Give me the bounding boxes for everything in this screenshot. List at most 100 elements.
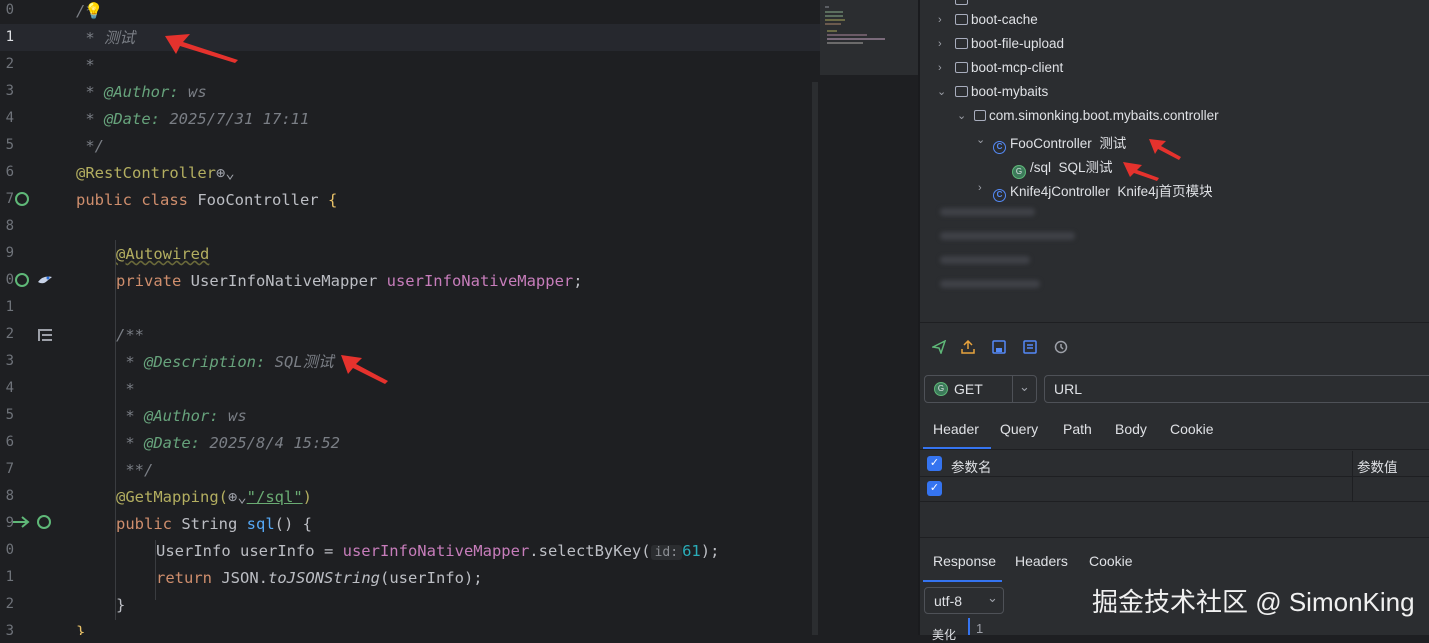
param-value-input[interactable] <box>1353 477 1429 501</box>
line-number: 6 <box>5 434 14 450</box>
module-folder-icon <box>955 86 968 97</box>
code-line-16: * @Date: 2025/8/4 15:52 <box>116 434 340 452</box>
globe-icon[interactable]: ⊕⌄ <box>216 164 235 182</box>
separator <box>920 449 1429 450</box>
code-line-15: * @Author: ws <box>116 407 247 425</box>
blurred-tree-item <box>940 280 1040 288</box>
class-icon: C <box>993 141 1006 154</box>
line-number: 6 <box>5 164 14 180</box>
row-checkbox[interactable]: ✓ <box>927 481 942 496</box>
line-number: 8 <box>5 488 14 504</box>
run-request-arrow-icon[interactable] <box>12 514 32 530</box>
code-line-5: */ <box>76 137 104 155</box>
tab-response-cookie[interactable]: Cookie <box>1089 553 1133 569</box>
line-number: 7 <box>5 461 14 477</box>
module-folder-icon <box>955 38 968 49</box>
globe-icon[interactable]: ⊕⌄ <box>228 488 247 506</box>
tree-item-boot-file-upload[interactable]: boot-file-upload <box>955 36 1064 51</box>
get-method-icon: G <box>934 382 948 396</box>
tab-query[interactable]: Query <box>1000 421 1038 437</box>
column-header-name: 参数名 <box>951 460 992 475</box>
tab-header[interactable]: Header <box>933 421 979 437</box>
code-line-18: @GetMapping(⊕⌄"/sql") <box>116 488 312 506</box>
editor-caret <box>968 618 970 635</box>
chevron-down-icon[interactable]: ⌄ <box>957 109 966 122</box>
chevron-down-icon[interactable]: ⌄ <box>937 85 946 98</box>
separator <box>920 537 1429 538</box>
code-line-6: @RestController⊕⌄ <box>76 164 235 182</box>
chevron-right-icon[interactable]: › <box>938 62 942 74</box>
docs-icon[interactable] <box>1023 340 1037 354</box>
tab-response[interactable]: Response <box>933 553 996 569</box>
param-hint: id: <box>650 545 683 560</box>
save-icon[interactable] <box>992 340 1006 354</box>
method-select[interactable]: G GET ⌄ <box>924 375 1037 403</box>
blurred-tree-item <box>940 256 1030 264</box>
code-line-17: **/ <box>116 461 154 479</box>
code-line-10: private UserInfoNativeMapper userInfoNat… <box>116 272 583 290</box>
indent-guide <box>115 240 116 620</box>
code-line-23: } <box>76 623 86 635</box>
code-editor[interactable]: 012345678901234567890123 /* 💡 * 测试 * * @A… <box>0 0 820 635</box>
select-all-checkbox[interactable]: ✓ <box>927 456 942 471</box>
tree-item-foo-controller[interactable]: C FooController 测试 <box>993 132 1126 154</box>
tab-body[interactable]: Body <box>1115 421 1147 437</box>
tree-item-boot-cache[interactable]: boot-cache <box>955 12 1038 27</box>
line-number: 4 <box>5 380 14 396</box>
web-endpoint-icon[interactable] <box>37 515 51 529</box>
spring-bean-icon[interactable] <box>15 273 29 287</box>
param-name-input[interactable] <box>947 477 1352 501</box>
line-number: 4 <box>5 110 14 126</box>
tree-item-knife4j-controller[interactable]: C Knife4jController Knife4j首页模块 <box>993 180 1213 202</box>
tab-response-headers[interactable]: Headers <box>1015 553 1068 569</box>
code-line-1: * 测试 <box>76 29 136 47</box>
line-number: 8 <box>5 218 14 234</box>
minimap[interactable] <box>820 0 918 75</box>
code-line-21: return JSON.toJSONString(userInfo); <box>156 569 483 587</box>
annotation-arrow <box>341 355 388 384</box>
method-value: GET <box>954 381 983 397</box>
tree-item-package[interactable]: com.simonking.boot.mybaits.controller <box>974 108 1219 123</box>
export-icon[interactable] <box>961 340 975 354</box>
tree-item-sql-endpoint[interactable]: G/sql SQL测试 <box>1012 156 1113 179</box>
doc-render-icon[interactable] <box>38 326 52 341</box>
chevron-right-icon[interactable]: › <box>978 182 982 194</box>
code-line-14: * <box>116 380 135 398</box>
column-header-value: 参数值 <box>1357 460 1398 475</box>
lightbulb-icon[interactable]: 💡 <box>84 0 103 22</box>
tree-item-boot-mybaits[interactable]: boot-mybaits <box>955 84 1048 99</box>
send-icon[interactable] <box>932 340 946 354</box>
chevron-right-icon[interactable]: › <box>938 14 942 26</box>
line-number: 5 <box>5 407 14 423</box>
line-number: 2 <box>5 596 14 612</box>
tree-item-boot-mcp-client[interactable]: boot-mcp-client <box>955 60 1063 75</box>
url-input[interactable]: URL <box>1044 375 1429 403</box>
spring-bean-icon[interactable] <box>15 192 29 206</box>
code-line-4: * @Date: 2025/7/31 17:11 <box>76 110 310 128</box>
tab-cookie[interactable]: Cookie <box>1170 421 1214 437</box>
mybatis-bird-icon[interactable] <box>37 272 53 286</box>
chevron-down-icon: ⌄ <box>1019 379 1030 394</box>
module-folder-icon <box>955 62 968 73</box>
blurred-tree-item <box>940 232 1075 240</box>
line-number: 3 <box>5 623 14 635</box>
line-number: 1 <box>5 29 14 45</box>
code-line-22: } <box>116 596 126 614</box>
tab-path[interactable]: Path <box>1063 421 1092 437</box>
code-line-9: @Autowired <box>116 245 210 263</box>
chevron-right-icon[interactable]: › <box>938 38 942 50</box>
line-number: 1 <box>5 299 14 315</box>
annotation-arrow <box>165 34 238 63</box>
line-number: 5 <box>5 137 14 153</box>
code-line-12: /** <box>116 326 144 344</box>
line-number: 2 <box>5 56 14 72</box>
tree-item-cutoff[interactable] <box>955 0 971 7</box>
annotation-arrow <box>1123 162 1159 181</box>
history-icon[interactable] <box>1054 340 1068 354</box>
encoding-select[interactable]: utf-8 ⌄ <box>924 587 1004 614</box>
separator <box>920 322 1429 323</box>
encoding-value: utf-8 <box>934 593 963 609</box>
editor-scrollbar[interactable] <box>812 82 818 635</box>
line-number: 2 <box>5 326 14 342</box>
chevron-down-icon[interactable]: ⌄ <box>976 133 985 146</box>
